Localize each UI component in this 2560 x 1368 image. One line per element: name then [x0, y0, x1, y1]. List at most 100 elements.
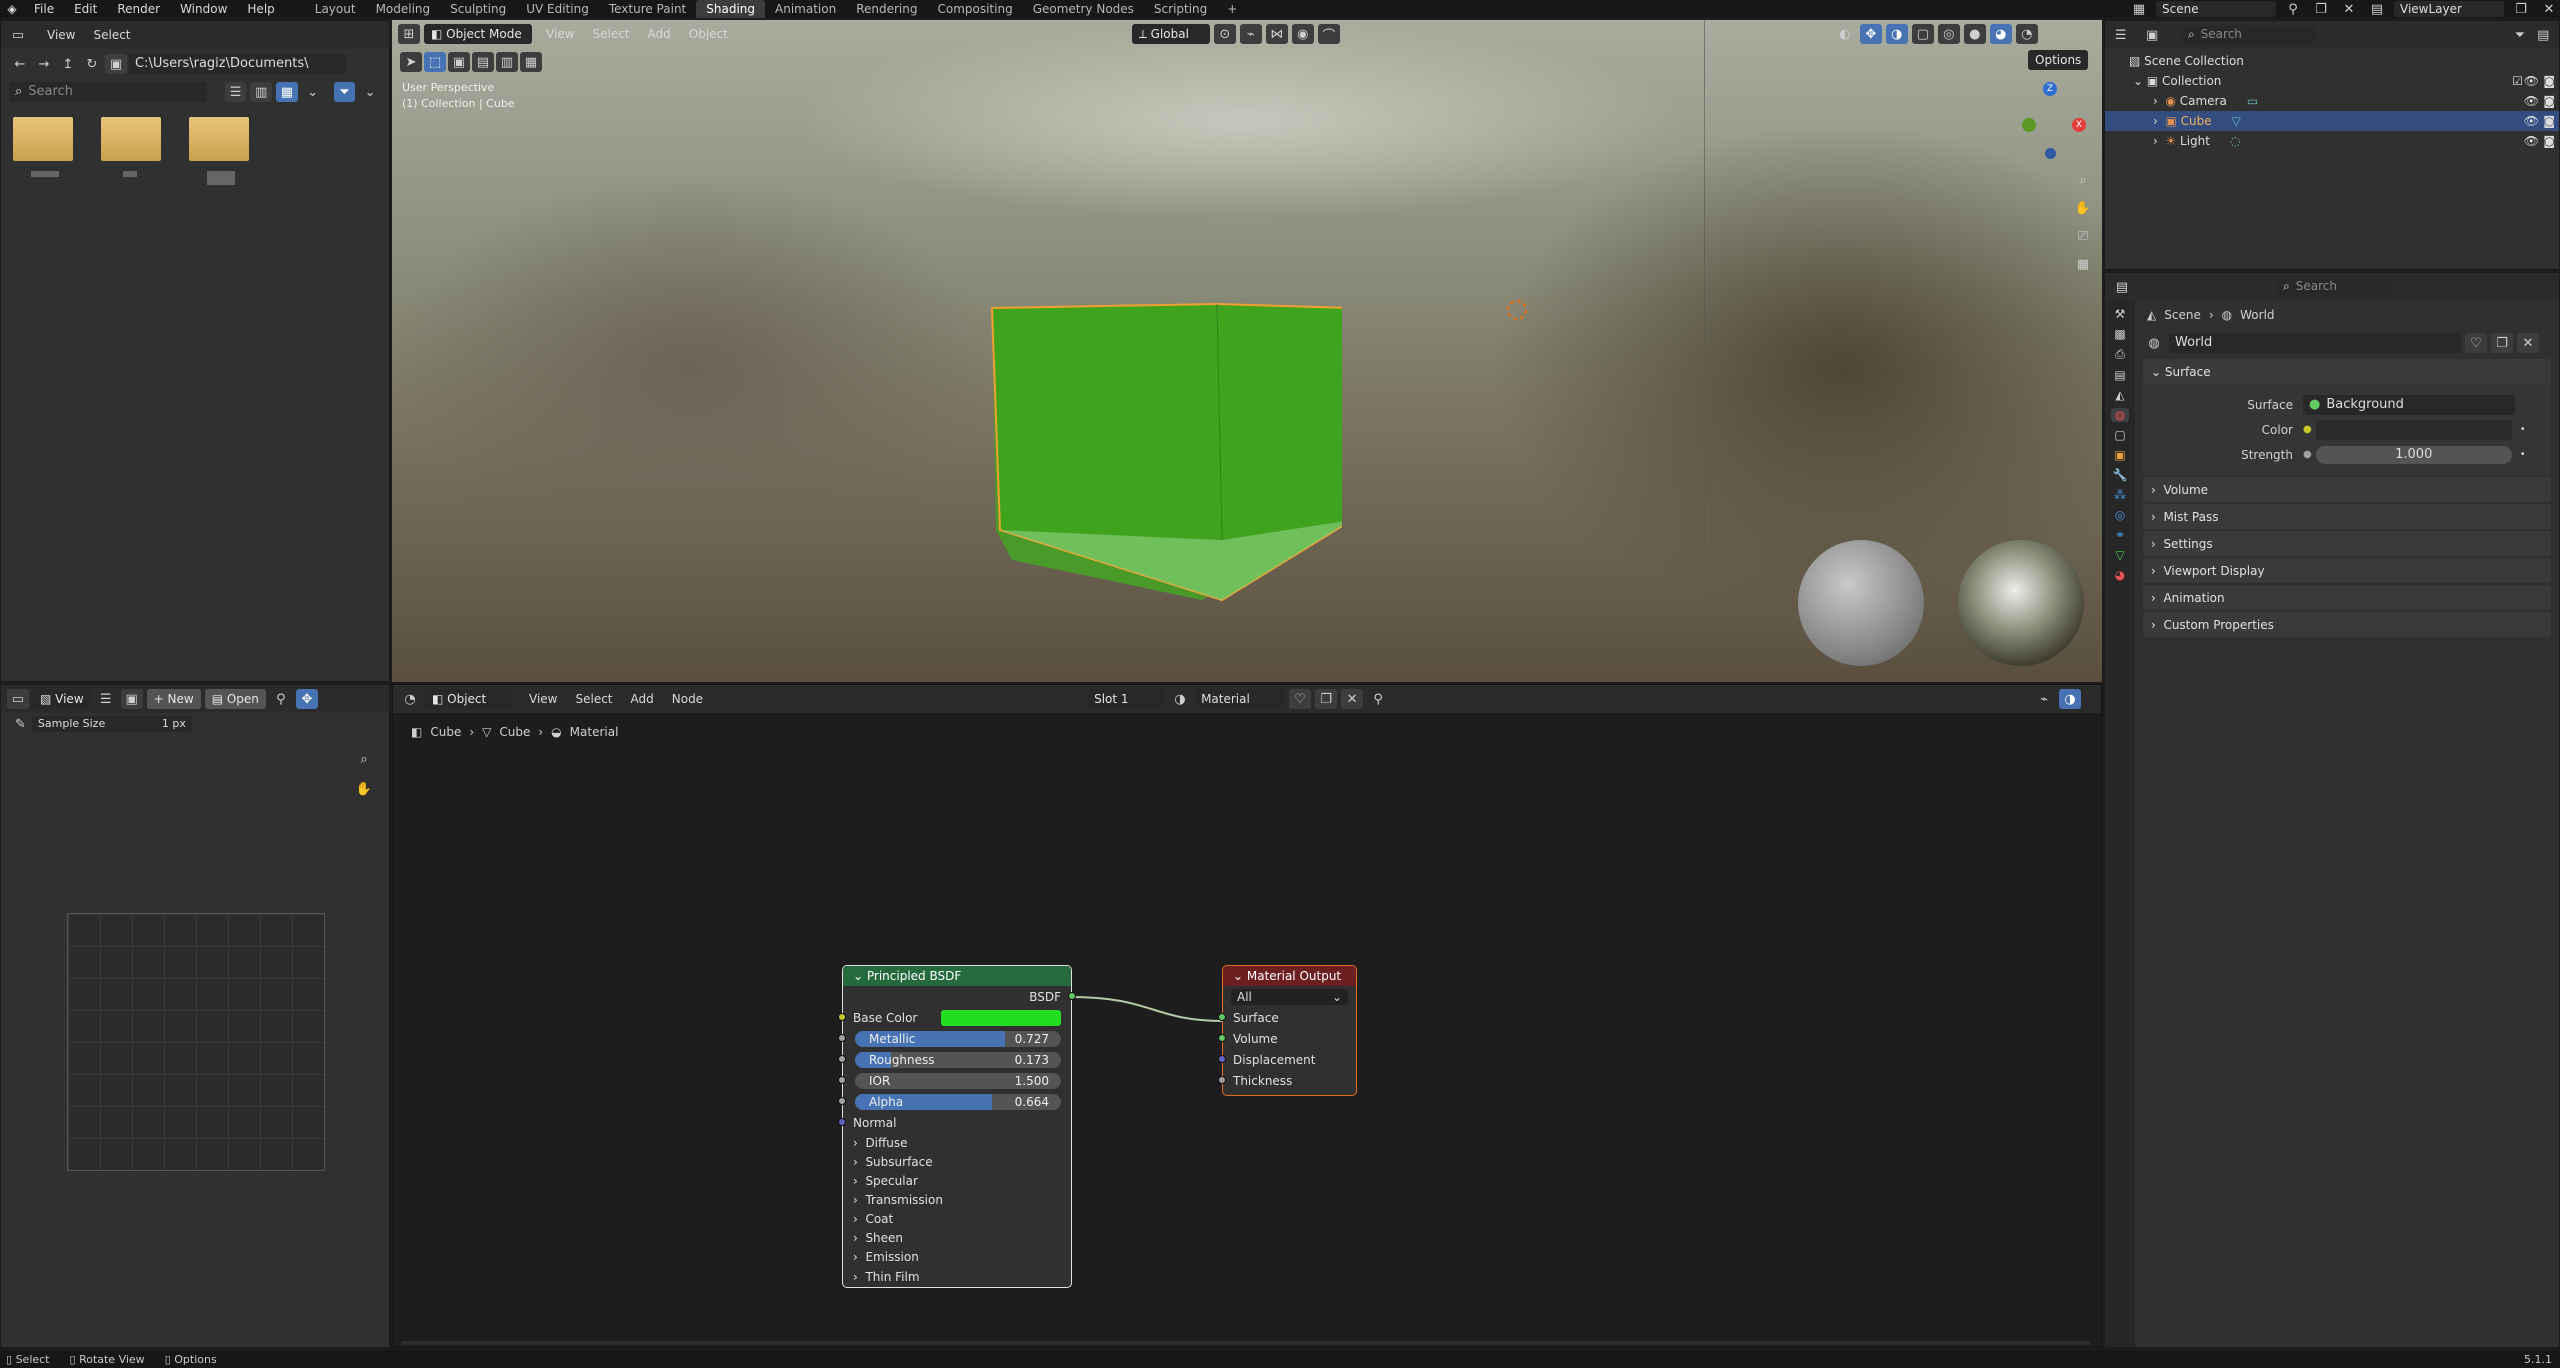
alpha-socket[interactable] — [838, 1097, 846, 1105]
material-preview-icon[interactable]: ◕ — [1989, 24, 2012, 44]
eye-icon[interactable]: 👁 — [2524, 114, 2539, 128]
eye-icon[interactable]: 👁 — [2524, 94, 2539, 108]
editor-type-icon[interactable]: ▭ — [7, 689, 29, 709]
z-axis-handle[interactable]: Z — [2043, 82, 2057, 96]
file-menu-select[interactable]: Select — [93, 28, 130, 42]
color-socket-icon[interactable]: ● — [2303, 424, 2312, 435]
duplicate-world-icon[interactable]: ❐ — [2491, 333, 2513, 353]
file-search-input[interactable]: ⌕ Search — [9, 82, 207, 102]
tab-texture-paint[interactable]: Texture Paint — [599, 0, 696, 18]
outliner-search-input[interactable]: ⌕ Search — [2181, 26, 2317, 44]
pin-icon[interactable]: ⚲ — [270, 689, 292, 709]
visibility-icon[interactable]: ◐ — [1834, 24, 1856, 44]
viewport-menu-add[interactable]: Add — [648, 27, 671, 41]
outliner-item-cube[interactable]: › ▣ Cube ▽ 👁 ◙ — [2105, 111, 2559, 131]
custom-properties-section-header[interactable]: › Custom Properties — [2143, 612, 2551, 637]
bsdf-panel-sheen[interactable]: › Sheen — [843, 1228, 1071, 1247]
menu-file[interactable]: File — [24, 2, 64, 16]
object-tab-icon[interactable]: ▣ — [2114, 448, 2125, 462]
orientation-dropdown[interactable]: ⟂ Global — [1131, 24, 1210, 44]
roughness-slider[interactable]: Roughness 0.173 — [855, 1051, 1061, 1068]
select-invert-icon[interactable]: ▥ — [496, 52, 518, 72]
roughness-socket[interactable] — [838, 1055, 846, 1063]
falloff-icon[interactable]: ⌒ — [1317, 24, 1340, 44]
delete-scene-icon[interactable]: ✕ — [2338, 0, 2360, 19]
tab-rendering[interactable]: Rendering — [846, 0, 927, 18]
display-mode-icon[interactable]: ▣ — [2142, 25, 2161, 45]
thickness-socket[interactable] — [1218, 1076, 1226, 1084]
editor-type-icon[interactable]: ▭ — [7, 25, 29, 45]
output-tab-icon[interactable]: ⎙ — [2115, 347, 2125, 362]
scene-tab-icon[interactable]: ◭ — [2115, 388, 2124, 402]
chevron-right-icon[interactable]: › — [2153, 94, 2165, 108]
surface-section-header[interactable]: ⌄ Surface — [2143, 359, 2551, 384]
viewport-menu-view[interactable]: View — [546, 27, 574, 41]
3d-viewport[interactable]: ⊞ ◧ Object Mode View Select Add Object ⟂… — [392, 20, 2102, 682]
eye-icon[interactable]: 👁 — [2524, 74, 2539, 88]
editor-type-icon[interactable]: ☰ — [2111, 25, 2130, 45]
world-name-field[interactable]: World — [2169, 333, 2461, 353]
ior-socket[interactable] — [838, 1076, 846, 1084]
select-tool-icon[interactable]: ➤ — [400, 52, 422, 72]
image-canvas-grid[interactable] — [67, 913, 325, 1171]
x-axis-handle[interactable]: X — [2072, 118, 2086, 132]
bsdf-panel-coat[interactable]: › Coat — [843, 1209, 1071, 1228]
sample-size-field[interactable]: Sample Size 1 px — [31, 716, 192, 732]
refresh-icon[interactable]: ↻ — [81, 54, 103, 74]
camera-render-icon[interactable]: ◙ — [2543, 74, 2555, 88]
base-color-swatch[interactable] — [941, 1009, 1061, 1026]
physics-tab-icon[interactable]: ◎ — [2115, 508, 2125, 522]
horizontal-scrollbar[interactable] — [401, 1341, 2091, 1345]
scene-field[interactable]: Scene — [2156, 1, 2276, 17]
pin-icon[interactable]: ⚲ — [2282, 0, 2304, 19]
pivot-icon[interactable]: ⊙ — [1213, 24, 1236, 44]
new-scene-icon[interactable]: ❐ — [2310, 0, 2332, 19]
world-tab-icon[interactable]: ◍ — [2110, 408, 2130, 422]
new-view-layer-icon[interactable]: ❐ — [2510, 0, 2532, 19]
tab-sculpting[interactable]: Sculpting — [440, 0, 516, 18]
select-box-icon[interactable]: ⬚ — [424, 52, 446, 72]
wireframe-shading-icon[interactable]: ◎ — [1937, 24, 1960, 44]
alpha-slider[interactable]: Alpha 0.664 — [855, 1093, 1061, 1110]
constraints-tab-icon[interactable]: ⚭ — [2115, 528, 2125, 542]
collapse-chevron-icon[interactable]: ⌄ — [853, 969, 867, 983]
file-menu-view[interactable]: View — [47, 28, 75, 42]
strength-socket-icon[interactable]: ● — [2303, 449, 2312, 460]
keyframe-dot-icon[interactable]: • — [2520, 449, 2526, 460]
collection-tab-icon[interactable]: ▢ — [2114, 428, 2125, 442]
volume-socket[interactable] — [1218, 1034, 1226, 1042]
principled-bsdf-node[interactable]: ⌄ Principled BSDF BSDF Base Color Metall… — [838, 965, 1076, 1288]
keyframe-dot-icon[interactable]: • — [2520, 424, 2526, 435]
editor-type-icon[interactable]: ⊞ — [398, 24, 420, 44]
bsdf-panel-diffuse[interactable]: › Diffuse — [843, 1133, 1071, 1152]
scene-icon[interactable]: ▦ — [2128, 0, 2150, 19]
world-browse-icon[interactable]: ◍ — [2143, 333, 2165, 353]
gizmo-icon[interactable]: ✥ — [1859, 24, 1882, 44]
rendered-shading-icon[interactable]: ◔ — [2015, 24, 2038, 44]
settings-section-header[interactable]: › Settings — [2143, 531, 2551, 556]
bsdf-output-socket[interactable] — [1068, 992, 1076, 1000]
surface-shader-field[interactable]: ● Background — [2303, 394, 2515, 415]
view-layer-field[interactable]: ViewLayer — [2394, 1, 2504, 17]
view-layer-icon[interactable]: ▤ — [2366, 0, 2388, 19]
bsdf-panel-transmission[interactable]: › Transmission — [843, 1190, 1071, 1209]
outliner-item-light[interactable]: › ☀ Light ◌ 👁 ◙ — [2105, 131, 2559, 151]
mist-pass-section-header[interactable]: › Mist Pass — [2143, 504, 2551, 529]
strength-slider[interactable]: 1.000 — [2315, 445, 2512, 464]
tab-layout[interactable]: Layout — [305, 0, 366, 18]
normal-socket[interactable] — [838, 1118, 846, 1126]
bsdf-node-header[interactable]: ⌄ Principled BSDF — [843, 966, 1071, 986]
select-intersect-icon[interactable]: ▦ — [520, 52, 542, 72]
sort-dropdown-icon[interactable]: ⌄ — [302, 82, 324, 102]
node-editor[interactable]: ◔ ◧ Object View Select Add Node Slot 1 ◑… — [392, 684, 2102, 1348]
gizmo-icon[interactable]: ✥ — [295, 689, 318, 709]
tab-compositing[interactable]: Compositing — [927, 0, 1022, 18]
chevron-right-icon[interactable]: › — [2153, 114, 2165, 128]
horizontal-list-icon[interactable]: ▥ — [250, 82, 273, 102]
folder-icon[interactable] — [13, 117, 73, 161]
menu-render[interactable]: Render — [107, 2, 170, 16]
browse-image-icon[interactable]: ▣ — [120, 689, 143, 709]
cube-object[interactable] — [982, 280, 1342, 610]
particles-tab-icon[interactable]: ⁂ — [2114, 488, 2126, 502]
y-axis-handle[interactable] — [2022, 118, 2036, 132]
